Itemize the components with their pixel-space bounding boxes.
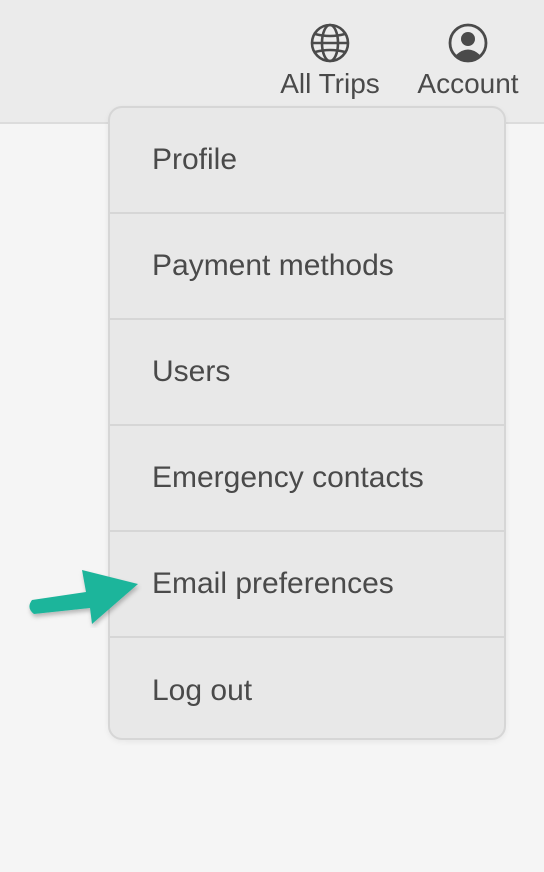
nav-all-trips-label: All Trips [280, 68, 380, 99]
menu-item-users[interactable]: Users [110, 320, 504, 426]
menu-item-label: Payment methods [152, 249, 394, 282]
menu-item-email-preferences[interactable]: Email preferences [110, 532, 504, 638]
account-circle-icon [448, 23, 488, 63]
arrow-right-icon [29, 570, 138, 624]
menu-item-log-out[interactable]: Log out [110, 638, 504, 738]
nav-all-trips[interactable]: All Trips [276, 22, 384, 100]
menu-item-profile[interactable]: Profile [110, 108, 504, 214]
account-dropdown-menu: Profile Payment methods Users Emergency … [108, 106, 506, 740]
menu-item-label: Log out [152, 674, 253, 707]
globe-icon [310, 23, 350, 63]
nav-account-label: Account [417, 68, 519, 99]
nav-account[interactable]: Account [410, 22, 526, 100]
menu-item-emergency-contacts[interactable]: Emergency contacts [110, 426, 504, 532]
menu-item-label: Email preferences [152, 567, 394, 600]
menu-item-label: Users [152, 355, 231, 388]
menu-item-payment-methods[interactable]: Payment methods [110, 214, 504, 320]
menu-item-label: Profile [152, 143, 238, 176]
menu-item-label: Emergency contacts [152, 461, 424, 494]
